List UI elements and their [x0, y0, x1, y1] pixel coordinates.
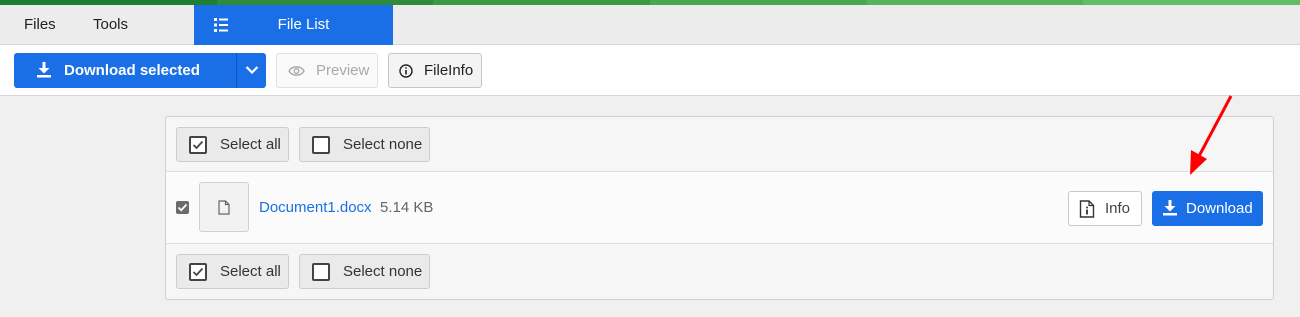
select-all-button[interactable]: Select all [176, 127, 289, 162]
eye-icon [288, 66, 305, 76]
select-all-label: Select all [220, 263, 281, 280]
select-none-button[interactable]: Select none [299, 254, 430, 289]
selection-row-top: Select all Select none [166, 117, 1273, 172]
checked-box-icon [189, 263, 207, 281]
download-icon [1163, 200, 1177, 216]
file-list-panel: Select all Select none Document1.docx 5.… [165, 116, 1274, 300]
file-info-label: Info [1105, 200, 1131, 217]
menu-bar: Files Tools File List [0, 5, 1300, 45]
document-icon [218, 200, 230, 215]
download-icon [37, 62, 51, 78]
select-none-label: Select none [343, 136, 423, 153]
menu-tools[interactable]: Tools [93, 5, 128, 45]
info-circle-icon [399, 64, 413, 78]
tab-file-list-label: File List [277, 16, 330, 33]
file-thumbnail[interactable] [199, 182, 249, 232]
file-info-button[interactable]: Info [1068, 191, 1142, 226]
tab-file-list[interactable]: File List [194, 5, 393, 45]
download-selected-button[interactable]: Download selected [14, 53, 236, 88]
fileinfo-label: FileInfo [424, 62, 474, 79]
file-info-icon [1079, 200, 1095, 218]
preview-label: Preview [316, 62, 370, 79]
empty-box-icon [312, 263, 330, 281]
select-all-label: Select all [220, 136, 281, 153]
file-name-link[interactable]: Document1.docx [259, 172, 372, 243]
empty-box-icon [312, 136, 330, 154]
file-download-label: Download [1186, 200, 1253, 217]
download-selected-split-button: Download selected [14, 53, 266, 88]
toolbar: Download selected Preview FileInfo [0, 45, 1300, 96]
chevron-down-icon [245, 66, 259, 75]
fileinfo-button[interactable]: FileInfo [388, 53, 482, 88]
download-selected-label: Download selected [64, 62, 200, 79]
file-row: Document1.docx 5.14 KB Info Download [166, 172, 1273, 243]
checked-box-icon [189, 136, 207, 154]
annotation-arrow-icon [1190, 95, 1233, 175]
download-options-dropdown[interactable] [237, 53, 266, 88]
preview-button[interactable]: Preview [276, 53, 378, 88]
file-checkbox[interactable] [176, 201, 189, 214]
file-download-button[interactable]: Download [1152, 191, 1263, 226]
select-none-button[interactable]: Select none [299, 127, 430, 162]
menu-files[interactable]: Files [24, 5, 56, 45]
file-size: 5.14 KB [380, 199, 434, 216]
select-none-label: Select none [343, 263, 423, 280]
selection-row-bottom: Select all Select none [166, 243, 1273, 298]
select-all-button[interactable]: Select all [176, 254, 289, 289]
